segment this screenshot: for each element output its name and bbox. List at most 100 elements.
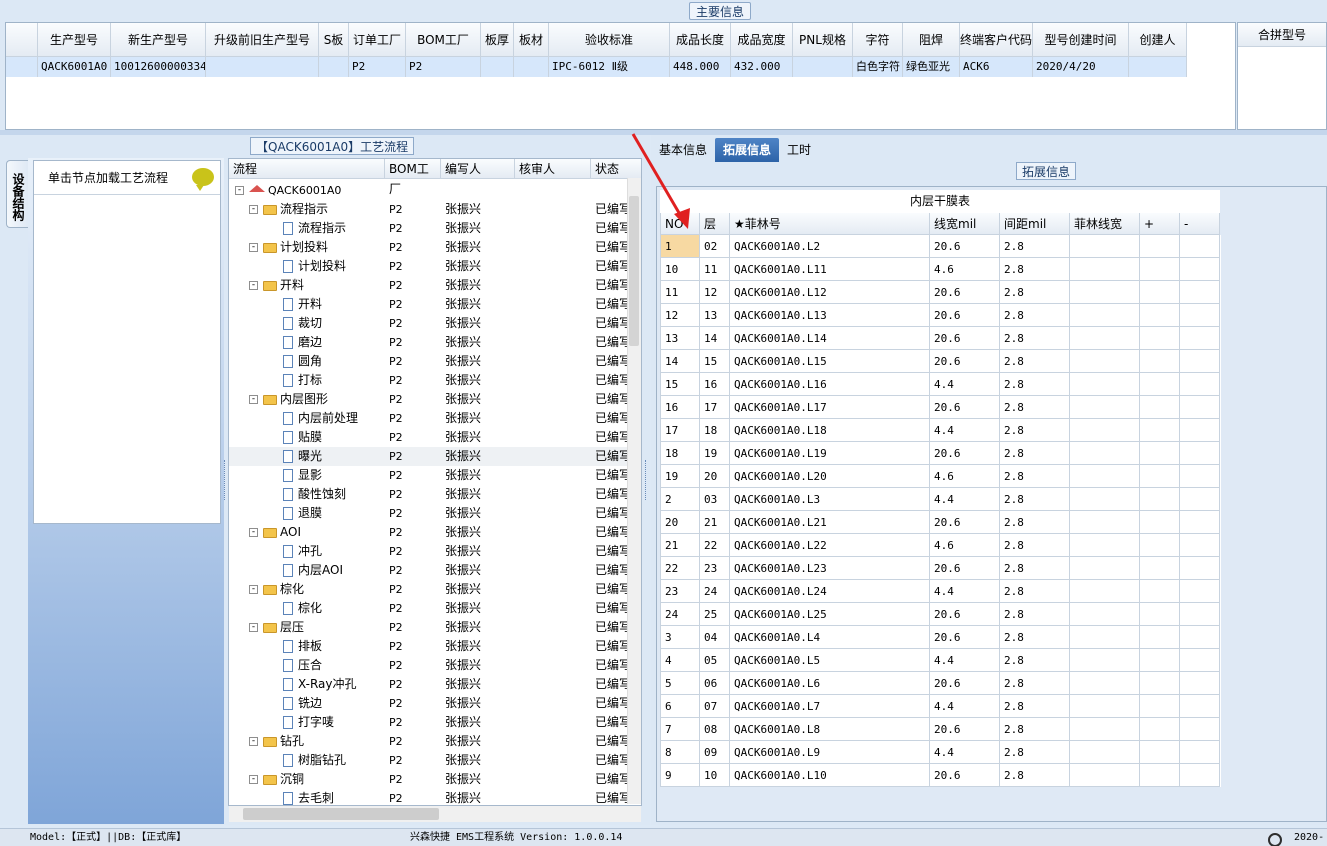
table-cell[interactable]: 17 [700, 396, 730, 419]
table-cell[interactable]: 3 [660, 626, 700, 649]
tree-col-header[interactable]: 核审人 [515, 159, 591, 179]
grid-col-header[interactable]: 验收标准 [549, 23, 670, 57]
table-cell[interactable] [1180, 718, 1220, 741]
table-cell[interactable]: 18 [700, 419, 730, 442]
table-cell[interactable] [1140, 304, 1180, 327]
table-cell[interactable]: 23 [660, 580, 700, 603]
table-row[interactable]: 3 04 QACK6001A0.L4 20.6 2.8 [660, 626, 1221, 649]
tree-node-row[interactable]: - 内层图形 P2 张振兴 已编写 [229, 390, 631, 409]
table-row[interactable]: 1 02 QACK6001A0.L2 20.6 2.8 [660, 235, 1221, 258]
table-cell[interactable] [1070, 235, 1140, 258]
table-cell[interactable]: QACK6001A0.L5 [730, 649, 930, 672]
collapse-toggle-icon[interactable]: - [249, 528, 258, 537]
tree-node-row[interactable]: 退膜 P2 张振兴 已编写 [229, 504, 631, 523]
table-cell[interactable] [1180, 741, 1220, 764]
table-cell[interactable]: 2.8 [1000, 741, 1070, 764]
tree-node-row[interactable]: - 棕化 P2 张振兴 已编写 [229, 580, 631, 599]
table-row[interactable]: 14 15 QACK6001A0.L15 20.6 2.8 [660, 350, 1221, 373]
grid-cell[interactable] [514, 57, 549, 77]
tree-node-row[interactable]: 曝光 P2 张振兴 已编写 [229, 447, 631, 466]
table-row[interactable]: 11 12 QACK6001A0.L12 20.6 2.8 [660, 281, 1221, 304]
table-row[interactable]: 5 06 QACK6001A0.L6 20.6 2.8 [660, 672, 1221, 695]
table-cell[interactable] [1180, 304, 1220, 327]
table-cell[interactable]: 24 [660, 603, 700, 626]
tree-node-row[interactable]: 内层前处理 P2 张振兴 已编写 [229, 409, 631, 428]
table-cell[interactable]: 2.8 [1000, 672, 1070, 695]
tree-node-row[interactable]: 树脂钻孔 P2 张振兴 已编写 [229, 751, 631, 770]
table-cell[interactable]: 1 [660, 235, 700, 258]
table-cell[interactable] [1070, 258, 1140, 281]
table-row[interactable]: 13 14 QACK6001A0.L14 20.6 2.8 [660, 327, 1221, 350]
table-cell[interactable]: 2.8 [1000, 695, 1070, 718]
table-row[interactable]: 6 07 QACK6001A0.L7 4.4 2.8 [660, 695, 1221, 718]
table-cell[interactable] [1180, 695, 1220, 718]
collapse-toggle-icon[interactable]: - [249, 243, 258, 252]
table-col-header[interactable]: 层 [700, 213, 730, 235]
table-cell[interactable]: 2.8 [1000, 511, 1070, 534]
table-cell[interactable]: 14 [660, 350, 700, 373]
table-cell[interactable] [1180, 442, 1220, 465]
table-cell[interactable]: 2.8 [1000, 603, 1070, 626]
table-col-header[interactable]: 线宽mil [930, 213, 1000, 235]
collapse-toggle-icon[interactable]: - [249, 395, 258, 404]
table-cell[interactable]: 2.8 [1000, 396, 1070, 419]
table-cell[interactable]: QACK6001A0.L2 [730, 235, 930, 258]
table-cell[interactable]: 19 [700, 442, 730, 465]
table-cell[interactable]: 2.8 [1000, 534, 1070, 557]
table-cell[interactable]: 2.8 [1000, 419, 1070, 442]
table-cell[interactable]: 6 [660, 695, 700, 718]
table-cell[interactable]: QACK6001A0.L8 [730, 718, 930, 741]
table-cell[interactable]: 4.6 [930, 465, 1000, 488]
table-cell[interactable] [1180, 327, 1220, 350]
grid-cell[interactable]: 432.000 [731, 57, 793, 77]
table-cell[interactable]: 15 [660, 373, 700, 396]
table-cell[interactable] [1180, 534, 1220, 557]
table-cell[interactable]: QACK6001A0.L6 [730, 672, 930, 695]
table-cell[interactable]: 20.6 [930, 764, 1000, 787]
grid-cell[interactable]: IPC-6012 Ⅱ级 [549, 57, 670, 77]
table-cell[interactable] [1070, 281, 1140, 304]
grid-cell[interactable] [1129, 57, 1187, 77]
side-tab-device-structure[interactable]: 设备结构 [6, 160, 28, 228]
table-cell[interactable] [1140, 557, 1180, 580]
table-row[interactable]: 22 23 QACK6001A0.L23 20.6 2.8 [660, 557, 1221, 580]
table-cell[interactable]: 22 [660, 557, 700, 580]
grid-cell[interactable]: P2 [349, 57, 406, 77]
table-cell[interactable] [1070, 718, 1140, 741]
table-cell[interactable]: 25 [700, 603, 730, 626]
table-col-header[interactable]: 间距mil [1000, 213, 1070, 235]
table-row[interactable]: 4 05 QACK6001A0.L5 4.4 2.8 [660, 649, 1221, 672]
table-cell[interactable]: 4.4 [930, 419, 1000, 442]
table-cell[interactable] [1140, 396, 1180, 419]
grid-col-header[interactable]: 升级前旧生产型号 [206, 23, 319, 57]
hint-header[interactable]: 单击节点加载工艺流程 [34, 161, 220, 195]
table-cell[interactable] [1070, 672, 1140, 695]
table-cell[interactable]: 4.4 [930, 649, 1000, 672]
tree-col-header[interactable]: 编写人 [441, 159, 515, 179]
table-cell[interactable] [1070, 488, 1140, 511]
table-cell[interactable] [1140, 603, 1180, 626]
table-cell[interactable]: 5 [660, 672, 700, 695]
table-cell[interactable]: 2.8 [1000, 442, 1070, 465]
table-cell[interactable]: 2.8 [1000, 281, 1070, 304]
table-cell[interactable] [1180, 672, 1220, 695]
table-cell[interactable] [1070, 626, 1140, 649]
tab-2[interactable]: 工时 [779, 138, 819, 162]
table-row[interactable]: 9 10 QACK6001A0.L10 20.6 2.8 [660, 764, 1221, 787]
table-cell[interactable] [1180, 603, 1220, 626]
table-cell[interactable] [1070, 327, 1140, 350]
table-cell[interactable]: QACK6001A0.L3 [730, 488, 930, 511]
tree-node-row[interactable]: - 钻孔 P2 张振兴 已编写 [229, 732, 631, 751]
grid-cell[interactable] [206, 57, 319, 77]
table-cell[interactable] [1180, 235, 1220, 258]
tree-node-row[interactable]: 打字唛 P2 张振兴 已编写 [229, 713, 631, 732]
table-cell[interactable]: 08 [700, 718, 730, 741]
table-cell[interactable]: 2.8 [1000, 764, 1070, 787]
tree-horizontal-scroll-thumb[interactable] [243, 808, 439, 820]
table-cell[interactable] [1070, 511, 1140, 534]
table-cell[interactable] [1140, 442, 1180, 465]
collapse-toggle-icon[interactable]: - [249, 281, 258, 290]
table-row[interactable]: 12 13 QACK6001A0.L13 20.6 2.8 [660, 304, 1221, 327]
table-row[interactable]: 2 03 QACK6001A0.L3 4.4 2.8 [660, 488, 1221, 511]
table-cell[interactable]: 19 [660, 465, 700, 488]
